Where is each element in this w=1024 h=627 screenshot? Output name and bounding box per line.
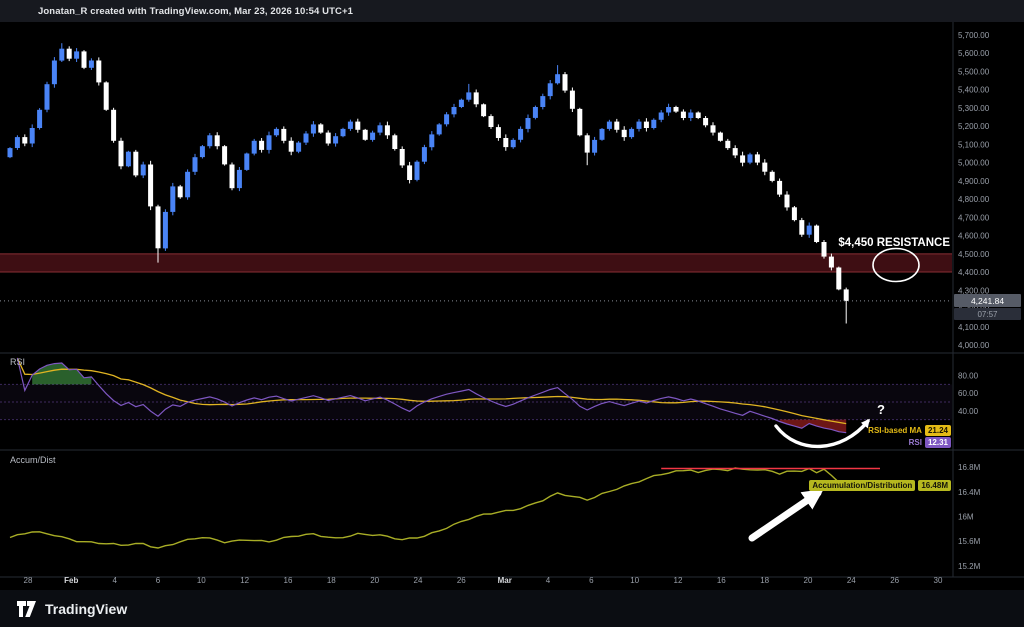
svg-text:16M: 16M	[958, 513, 974, 522]
svg-text:4,700.00: 4,700.00	[958, 213, 990, 222]
rsi-panel-title: RSI	[10, 357, 25, 367]
svg-text:60.00: 60.00	[958, 389, 979, 398]
svg-text:16.8M: 16.8M	[958, 463, 981, 472]
svg-text:5,300.00: 5,300.00	[958, 104, 990, 113]
chart-canvas[interactable]: 5,700.00 5,600.00 5,500.00 5,400.00 5,300.00…	[0, 22, 1024, 590]
svg-text:26: 26	[457, 576, 466, 585]
svg-text:12: 12	[674, 576, 683, 585]
svg-text:26: 26	[890, 576, 899, 585]
svg-text:10: 10	[630, 576, 639, 585]
svg-text:20: 20	[370, 576, 379, 585]
svg-text:10: 10	[197, 576, 206, 585]
svg-text:Feb: Feb	[64, 576, 78, 585]
svg-text:Mar: Mar	[498, 576, 512, 585]
svg-text:5,700.00: 5,700.00	[958, 31, 990, 40]
question-mark-annotation: ?	[877, 402, 885, 417]
resistance-zone	[0, 254, 952, 272]
svg-text:18: 18	[760, 576, 769, 585]
svg-text:40.00: 40.00	[958, 407, 979, 416]
rsi-panel: 80.00 60.00 40.00	[0, 358, 979, 433]
tradingview-wordmark[interactable]: TradingView	[45, 601, 127, 617]
rsi-ma-readout: RSI-based MA 21.24	[868, 425, 951, 436]
svg-text:4: 4	[546, 576, 551, 585]
svg-text:15.6M: 15.6M	[958, 537, 981, 546]
svg-text:4,100.00: 4,100.00	[958, 323, 990, 332]
svg-text:16.4M: 16.4M	[958, 488, 981, 497]
svg-text:24: 24	[414, 576, 423, 585]
svg-text:4,900.00: 4,900.00	[958, 177, 990, 186]
svg-text:24: 24	[847, 576, 856, 585]
svg-text:5,000.00: 5,000.00	[958, 159, 990, 168]
candlestick-series	[8, 43, 849, 323]
attribution-text: Jonatan_R created with TradingView.com, …	[38, 6, 353, 17]
svg-text:4,500.00: 4,500.00	[958, 250, 990, 259]
svg-text:12: 12	[240, 576, 249, 585]
rsi-value-badge: 12.31	[925, 437, 951, 448]
svg-text:5,100.00: 5,100.00	[958, 140, 990, 149]
resistance-label: $4,450 RESISTANCE	[838, 237, 950, 249]
rsi-readout: RSI 12.31	[909, 437, 951, 448]
adl-label-badge: Accumulation/Distribution	[809, 480, 915, 491]
svg-text:6: 6	[589, 576, 594, 585]
svg-text:5,400.00: 5,400.00	[958, 86, 990, 95]
adl-panel-title: Accum/Dist	[10, 455, 56, 465]
svg-text:16: 16	[284, 576, 293, 585]
svg-text:5,500.00: 5,500.00	[958, 68, 990, 77]
svg-text:4,600.00: 4,600.00	[958, 232, 990, 241]
svg-text:4,800.00: 4,800.00	[958, 195, 990, 204]
svg-text:15.2M: 15.2M	[958, 562, 981, 571]
rsi-ma-value-badge: 21.24	[925, 425, 951, 436]
bar-countdown-badge: 07:57	[954, 308, 1021, 320]
footer-bar: TradingView	[0, 590, 1024, 627]
last-price-badge: 4,241.84	[954, 294, 1021, 307]
svg-text:4,000.00: 4,000.00	[958, 341, 990, 350]
svg-text:18: 18	[327, 576, 336, 585]
rsi-ma-label: RSI-based MA	[868, 426, 922, 435]
adl-readout: Accumulation/Distribution 16.48M	[809, 480, 951, 491]
tradingview-logo-icon[interactable]	[16, 600, 37, 618]
svg-text:80.00: 80.00	[958, 372, 979, 381]
svg-text:5,200.00: 5,200.00	[958, 122, 990, 131]
attribution-bar: Jonatan_R created with TradingView.com, …	[0, 0, 1024, 22]
svg-text:5,600.00: 5,600.00	[958, 49, 990, 58]
adl-value-badge: 16.48M	[918, 480, 951, 491]
svg-text:20: 20	[804, 576, 813, 585]
svg-text:28: 28	[24, 576, 33, 585]
tradingview-snapshot: Jonatan_R created with TradingView.com, …	[0, 0, 1024, 627]
rsi-label: RSI	[909, 438, 922, 447]
svg-text:6: 6	[156, 576, 161, 585]
adl-arrow	[752, 493, 818, 538]
svg-text:30: 30	[934, 576, 943, 585]
svg-text:4: 4	[112, 576, 117, 585]
svg-text:4,400.00: 4,400.00	[958, 268, 990, 277]
svg-text:16: 16	[717, 576, 726, 585]
